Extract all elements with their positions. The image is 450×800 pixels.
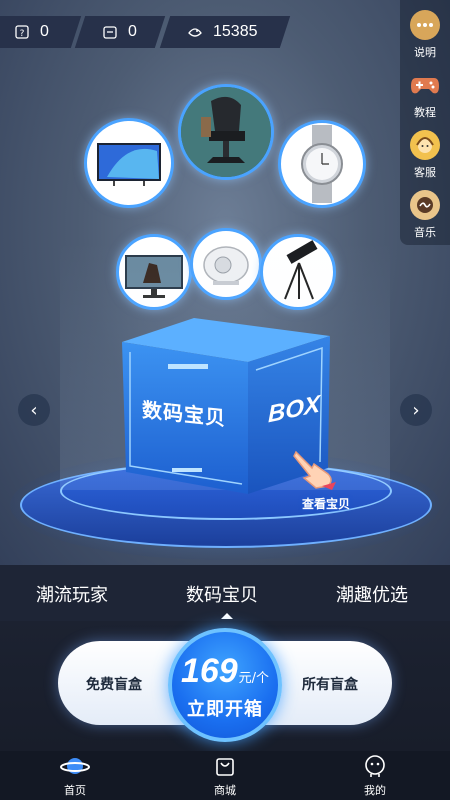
- nav-home[interactable]: 首页: [40, 751, 110, 798]
- side-item-tutorial[interactable]: 教程: [400, 70, 450, 120]
- box-stat[interactable]: 0: [74, 16, 166, 48]
- tab-digital-treasure[interactable]: 数码宝贝: [186, 581, 258, 607]
- next-arrow-button[interactable]: ›: [400, 394, 432, 426]
- coin-icon: [188, 28, 202, 37]
- customer-service-icon: [410, 130, 440, 160]
- nav-profile[interactable]: 我的: [340, 751, 410, 798]
- open-box-button[interactable]: 169 元/个 立即开箱: [168, 628, 282, 742]
- side-item-instructions[interactable]: 说明: [400, 10, 450, 60]
- all-boxes-button[interactable]: 所有盲盒: [302, 674, 358, 694]
- view-items-link[interactable]: 查看宝贝: [302, 495, 350, 512]
- product-watch[interactable]: [278, 120, 366, 208]
- pointing-hand-icon: [293, 450, 336, 490]
- watch-image: [301, 125, 343, 203]
- question-box-stat[interactable]: ? 0: [0, 16, 82, 48]
- question-box-count: 0: [40, 23, 49, 40]
- stats-bar: ? 0 0 15385: [0, 16, 340, 48]
- planet-icon: [40, 753, 110, 779]
- chevron-left-icon: ‹: [30, 399, 38, 421]
- chevron-right-icon: ›: [412, 399, 420, 421]
- gamepad-icon: [410, 70, 440, 100]
- tv-image: [97, 143, 161, 186]
- open-now-label: 立即开箱: [187, 699, 263, 720]
- profile-icon: [340, 753, 410, 779]
- action-area: 免费盲盒 所有盲盒 169 元/个 立即开箱: [0, 621, 450, 751]
- category-tabs: 潮流玩家 数码宝贝 潮趣优选: [0, 565, 450, 621]
- price-unit: 元/个: [238, 671, 270, 686]
- tab-trend-player[interactable]: 潮流玩家: [36, 581, 108, 607]
- music-icon: [410, 190, 440, 220]
- side-menu: 说明 教程 客服 音乐: [400, 0, 450, 245]
- prize-stage: ? 0 0 15385 说明 教程 客服 音乐 ‹ › 数码宝贝 BOX 查看宝…: [0, 0, 450, 565]
- side-item-label: 音乐: [414, 226, 436, 239]
- box-icon: [103, 26, 117, 39]
- bottom-nav: 首页 商城 我的: [0, 751, 450, 800]
- active-tab-indicator: [221, 613, 233, 619]
- side-item-customer-service[interactable]: 客服: [400, 130, 450, 180]
- nav-mall[interactable]: 商城: [190, 751, 260, 798]
- nav-label: 首页: [64, 784, 86, 797]
- side-item-label: 客服: [414, 166, 436, 179]
- product-gaming-chair[interactable]: [178, 84, 274, 180]
- side-item-label: 教程: [414, 106, 436, 119]
- gaming-chair-image: [181, 87, 271, 177]
- prev-arrow-button[interactable]: ‹: [18, 394, 50, 426]
- svg-text:?: ?: [20, 29, 25, 39]
- side-item-music[interactable]: 音乐: [400, 190, 450, 240]
- coin-stat[interactable]: 15385: [159, 16, 291, 48]
- nav-label: 商城: [214, 784, 236, 797]
- price-value: 169: [180, 652, 238, 690]
- question-box-icon: ?: [15, 25, 29, 39]
- free-box-button[interactable]: 免费盲盒: [86, 674, 142, 694]
- coin-count: 15385: [213, 23, 258, 40]
- tab-fun-picks[interactable]: 潮趣优选: [336, 581, 408, 607]
- nav-label: 我的: [364, 784, 386, 797]
- side-item-label: 说明: [414, 46, 436, 59]
- product-tv[interactable]: [84, 118, 174, 208]
- more-dots-icon: [410, 10, 440, 40]
- box-count: 0: [128, 23, 137, 40]
- shopping-bag-icon: [190, 753, 260, 779]
